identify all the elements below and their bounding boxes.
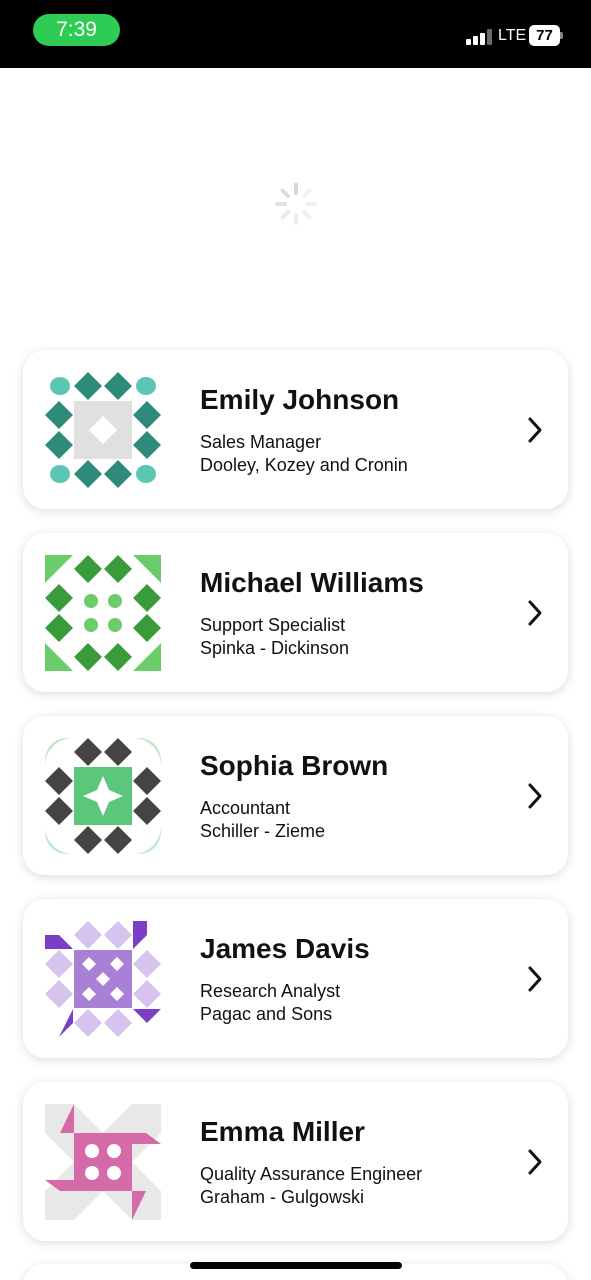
- user-title: Sales Manager: [200, 432, 322, 452]
- user-title: Accountant: [200, 798, 291, 818]
- identicon-avatar: [45, 921, 161, 1037]
- user-name: Sophia Brown: [200, 750, 389, 781]
- chevron-right-icon[interactable]: [525, 782, 545, 810]
- chevron-right-icon[interactable]: [525, 416, 545, 444]
- user-company: Graham - Gulgowski: [200, 1187, 365, 1207]
- chevron-right-icon[interactable]: [525, 1148, 545, 1176]
- user-company: Dooley, Kozey and Cronin: [200, 455, 408, 475]
- user-company: Pagac and Sons: [200, 1004, 333, 1024]
- cellular-signal-icon: [466, 29, 492, 45]
- chevron-right-icon[interactable]: [525, 965, 545, 993]
- home-indicator[interactable]: [190, 1262, 402, 1269]
- user-title: Support Specialist: [200, 615, 346, 635]
- identicon-avatar: [45, 738, 161, 854]
- user-name: Michael Williams: [200, 567, 424, 598]
- user-name: James Davis: [200, 933, 370, 964]
- user-name: Emily Johnson: [200, 384, 400, 415]
- user-card[interactable]: James Davis Research Analyst Pagac and S…: [23, 899, 568, 1058]
- user-card[interactable]: Sophia Brown Accountant Schiller - Zieme: [23, 716, 568, 875]
- identicon-avatar: [45, 555, 161, 671]
- user-title: Research Analyst: [200, 981, 341, 1001]
- user-name: Emma Miller: [200, 1116, 365, 1147]
- user-company: Spinka - Dickinson: [200, 638, 350, 658]
- user-card[interactable]: Michael Williams Support Specialist Spin…: [23, 533, 568, 692]
- status-bar: 7:39 LTE 77: [0, 0, 591, 68]
- chevron-right-icon[interactable]: [525, 599, 545, 627]
- battery-level: 77: [529, 25, 560, 46]
- network-type: LTE: [498, 27, 527, 44]
- user-title: Quality Assurance Engineer: [200, 1164, 423, 1184]
- identicon-avatar: [45, 1104, 161, 1220]
- user-card[interactable]: Emily Johnson Sales Manager Dooley, Koze…: [23, 350, 568, 509]
- status-time: 7:39: [33, 14, 120, 46]
- user-card[interactable]: Emma Miller Quality Assurance Engineer G…: [23, 1082, 568, 1241]
- user-company: Schiller - Zieme: [200, 821, 326, 841]
- battery-icon: 77: [529, 25, 563, 46]
- loading-spinner-icon: [275, 183, 317, 225]
- identicon-avatar: [45, 372, 161, 488]
